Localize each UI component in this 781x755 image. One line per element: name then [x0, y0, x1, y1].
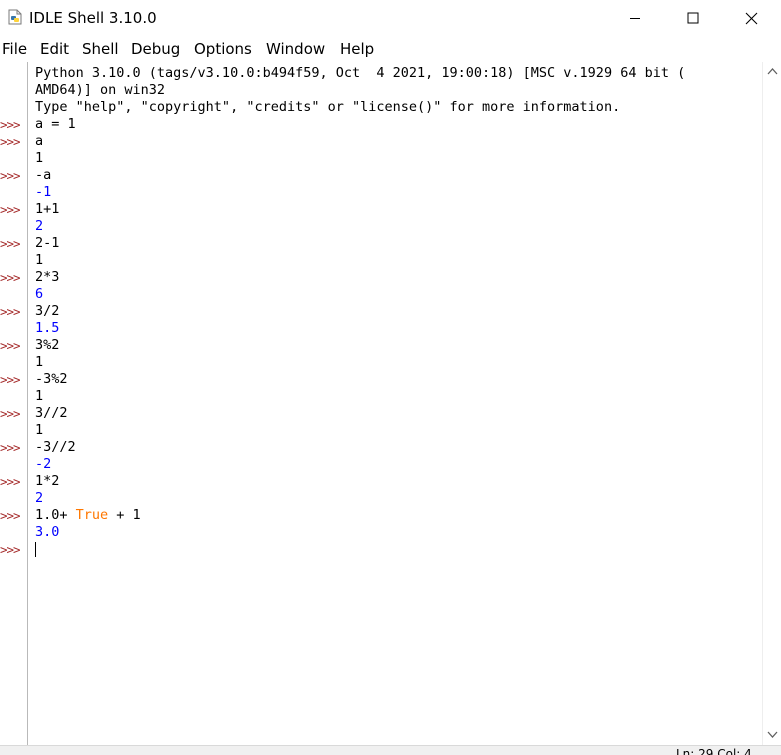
shell-prompt: >>> — [0, 202, 21, 217]
close-button[interactable] — [722, 0, 780, 36]
menu-edit[interactable]: Edit — [40, 40, 69, 58]
input-line: 1*2 — [35, 473, 60, 489]
output-line: -2 — [35, 456, 52, 472]
banner-line: Type "help", "copyright", "credits" or "… — [35, 99, 621, 115]
output-line: 3.0 — [35, 524, 60, 540]
shell-prompt: >>> — [0, 372, 21, 387]
code-text: + 1 — [108, 507, 141, 523]
shell-prompt: >>> — [0, 474, 21, 489]
status-bar: Ln: 29 Col: 4 — [0, 745, 781, 755]
output-line: -1 — [35, 184, 52, 200]
minimize-button[interactable] — [606, 0, 664, 36]
menu-options[interactable]: Options — [194, 40, 252, 58]
output-line: 1 — [35, 354, 44, 370]
input-line: 3//2 — [35, 405, 68, 421]
input-line: 2-1 — [35, 235, 60, 251]
shell-prompt: >>> — [0, 508, 21, 523]
keyword-true: True — [75, 507, 109, 523]
input-line: 1.0+ True + 1 — [35, 507, 141, 524]
window-title: IDLE Shell 3.10.0 — [29, 9, 157, 27]
shell-prompt: >>> — [0, 542, 21, 557]
shell-prompt: >>> — [0, 270, 21, 285]
vertical-scrollbar[interactable] — [762, 62, 781, 745]
cursor-position-status: Ln: 29 Col: 4 — [676, 747, 752, 755]
input-line: 2*3 — [35, 269, 60, 285]
title-bar: IDLE Shell 3.10.0 — [0, 0, 781, 36]
scroll-down-arrow-icon[interactable] — [766, 730, 779, 740]
input-line: -3//2 — [35, 439, 76, 455]
close-icon — [745, 12, 757, 24]
shell-prompt: >>> — [0, 168, 21, 183]
input-line: a — [35, 133, 44, 149]
menu-file[interactable]: File — [2, 40, 27, 58]
text-cursor — [35, 542, 36, 557]
output-line: 6 — [35, 286, 44, 302]
shell-prompt: >>> — [0, 236, 21, 251]
python-icon — [8, 9, 22, 25]
maximize-button[interactable] — [664, 0, 722, 36]
banner-line: AMD64)] on win32 — [35, 82, 166, 98]
minimize-icon — [630, 18, 640, 19]
banner-line: Python 3.10.0 (tags/v3.10.0:b494f59, Oct… — [35, 65, 686, 81]
input-line: -a — [35, 167, 52, 183]
menu-shell[interactable]: Shell — [82, 40, 119, 58]
shell-prompt: >>> — [0, 304, 21, 319]
scroll-up-arrow-icon[interactable] — [766, 66, 779, 76]
input-line: 3/2 — [35, 303, 60, 319]
menu-bar: File Edit Shell Debug Options Window Hel… — [0, 38, 781, 60]
output-line: 2 — [35, 218, 44, 234]
menu-debug[interactable]: Debug — [131, 40, 180, 58]
maximize-icon — [687, 12, 699, 24]
output-line: 1 — [35, 150, 44, 166]
output-line: 1 — [35, 422, 44, 438]
output-line: 1 — [35, 388, 44, 404]
input-line: a = 1 — [35, 116, 76, 132]
shell-prompt: >>> — [0, 406, 21, 421]
output-line: 1 — [35, 252, 44, 268]
shell-prompt: >>> — [0, 117, 21, 132]
output-line: 2 — [35, 490, 44, 506]
shell-prompt: >>> — [0, 134, 21, 149]
menu-window[interactable]: Window — [266, 40, 325, 58]
code-text: 1.0+ — [35, 507, 76, 523]
shell-text-area[interactable]: Python 3.10.0 (tags/v3.10.0:b494f59, Oct… — [28, 62, 762, 745]
input-line: 3%2 — [35, 337, 60, 353]
input-line: 1+1 — [35, 201, 60, 217]
shell-prompt: >>> — [0, 440, 21, 455]
output-line: 1.5 — [35, 320, 60, 336]
prompt-gutter: >>> >>> >>> >>> >>> >>> >>> >>> >>> >>> >>> >>> >>> >… — [0, 62, 27, 745]
shell-prompt: >>> — [0, 338, 21, 353]
input-line: -3%2 — [35, 371, 68, 387]
menu-help[interactable]: Help — [340, 40, 374, 58]
